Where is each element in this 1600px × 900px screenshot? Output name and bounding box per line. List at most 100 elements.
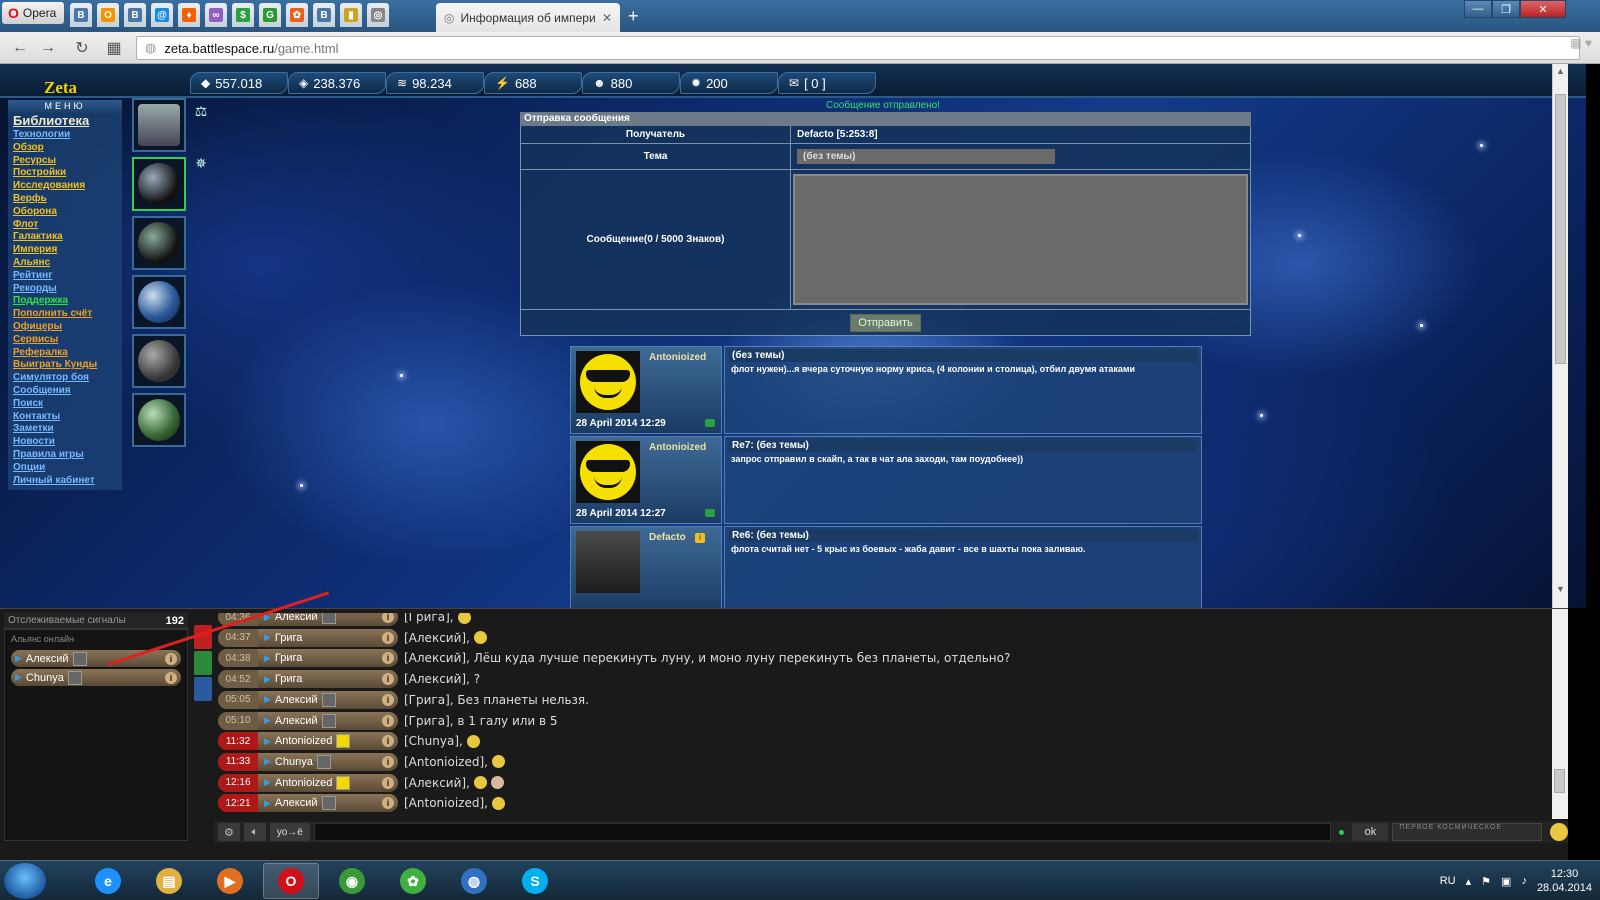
chat-author-pill[interactable]: 12:16 ▶ Antonioized i <box>218 773 398 792</box>
info-icon[interactable]: i <box>382 673 394 686</box>
pinned-tab-3[interactable]: @ <box>151 3 173 27</box>
menu-item-28[interactable]: Личный кабинет <box>8 475 122 488</box>
menu-item-19[interactable]: Выиграть Кунды <box>8 359 122 372</box>
close-window-button[interactable]: ✕ <box>1520 0 1566 18</box>
pinned-tab-4[interactable]: ♦ <box>178 3 200 27</box>
info-icon[interactable]: i <box>382 776 394 789</box>
chat-tab-3[interactable] <box>194 677 212 701</box>
url-input[interactable]: ◍ zeta.battlespace.ru/game.html <box>136 36 1580 60</box>
menu-item-10[interactable]: Империя <box>8 244 122 257</box>
resource-6[interactable]: ✉ [ 0 ] <box>778 72 876 94</box>
subject-input[interactable]: (без темы) <box>797 149 1055 164</box>
resource-3[interactable]: ⚡ 688 <box>484 72 582 94</box>
menu-item-21[interactable]: Сообщения <box>8 385 122 398</box>
menu-item-17[interactable]: Сервисы <box>8 334 122 347</box>
gear-icon[interactable]: ⚙ <box>218 823 240 841</box>
pinned-tab-0[interactable]: В <box>70 3 92 27</box>
opera-menu-button[interactable]: O Opera <box>2 2 64 24</box>
menu-item-13[interactable]: Рекорды <box>8 283 122 296</box>
chat-author-pill[interactable]: 04:38 ▶ Грига i <box>218 649 398 668</box>
menu-item-11[interactable]: Альянс <box>8 257 122 270</box>
pinned-tab-9[interactable]: В <box>313 3 335 27</box>
resource-2[interactable]: ≋ 98.234 <box>386 72 484 94</box>
chat-tab-2[interactable] <box>194 651 212 675</box>
pinned-tab-11[interactable]: ◎ <box>367 3 389 27</box>
menu-item-23[interactable]: Контакты <box>8 411 122 424</box>
menu-item-5[interactable]: Исследования <box>8 180 122 193</box>
smiley-picker-icon[interactable] <box>1550 823 1568 841</box>
ally-member[interactable]: ▶ Алексий i <box>11 650 181 667</box>
info-icon[interactable]: i <box>382 755 394 768</box>
menu-item-24[interactable]: Заметки <box>8 423 122 436</box>
info-icon[interactable]: i <box>165 652 177 665</box>
start-button[interactable] <box>4 863 46 899</box>
close-tab-icon[interactable]: ✕ <box>602 11 612 25</box>
chat-author-pill[interactable]: 04:37 ▶ Грига i <box>218 628 398 647</box>
menu-item-16[interactable]: Офицеры <box>8 321 122 334</box>
taskbar-qip[interactable]: ◍ <box>446 863 502 899</box>
taskbar-opera[interactable]: O <box>263 863 319 899</box>
chat-author-pill[interactable]: 11:32 ▶ Antonioized i <box>218 732 398 751</box>
chat-author-pill[interactable]: 12:21 ▶ Алексий i <box>218 794 398 813</box>
menu-item-6[interactable]: Верфь <box>8 193 122 206</box>
new-tab-button[interactable]: + <box>628 6 639 27</box>
sender-avatar[interactable] <box>576 531 640 593</box>
info-icon[interactable]: i <box>382 652 394 665</box>
message-author[interactable]: Antonioized <box>649 442 706 453</box>
menu-item-12[interactable]: Рейтинг <box>8 270 122 283</box>
taskbar-icq[interactable]: ✿ <box>385 863 441 899</box>
planet-2[interactable] <box>132 216 186 270</box>
resource-5[interactable]: ✹ 200 <box>680 72 778 94</box>
robot-avatar[interactable] <box>132 98 186 152</box>
clock[interactable]: 12:30 28.04.2014 <box>1537 867 1592 895</box>
pinned-tab-8[interactable]: ✿ <box>286 3 308 27</box>
maximize-button[interactable]: ❐ <box>1492 0 1520 18</box>
planet-4[interactable] <box>132 334 186 388</box>
reply-flag-icon[interactable] <box>705 419 715 427</box>
radio-player[interactable]: ПЕРВОЕ КОСМИЧЕСКОЕ <box>1392 823 1543 841</box>
menu-item-0[interactable]: Библиотека <box>8 113 122 129</box>
menu-item-18[interactable]: Рефералка <box>8 347 122 360</box>
resource-1[interactable]: ◈ 238.376 <box>288 72 386 94</box>
send-button[interactable]: Отправить <box>850 313 921 332</box>
info-icon[interactable]: i <box>382 797 394 810</box>
info-icon[interactable]: i <box>382 693 394 706</box>
info-icon[interactable]: i <box>382 735 394 748</box>
resource-0[interactable]: ◆ 557.018 <box>190 72 288 94</box>
language-indicator[interactable]: RU <box>1440 875 1456 887</box>
satellite-icon[interactable]: ✵ <box>190 152 212 174</box>
chat-author-pill[interactable]: 05:10 ▶ Алексий i <box>218 711 398 730</box>
menu-item-8[interactable]: Флот <box>8 219 122 232</box>
speaker-icon[interactable]: 🔈︎ <box>243 823 266 841</box>
sender-avatar[interactable] <box>576 351 640 413</box>
message-author[interactable]: Defacto <box>649 532 686 543</box>
planet-1[interactable] <box>132 157 186 211</box>
pinned-tab-2[interactable]: В <box>124 3 146 27</box>
menu-item-2[interactable]: Обзор <box>8 142 122 155</box>
message-textarea[interactable] <box>793 174 1248 305</box>
pinned-tab-5[interactable]: ∞ <box>205 3 227 27</box>
convert-button[interactable]: уо→ё <box>269 823 310 841</box>
menu-item-15[interactable]: Пополнить счёт <box>8 308 122 321</box>
menu-item-3[interactable]: Ресурсы <box>8 155 122 168</box>
menu-item-14[interactable]: Поддержка <box>8 295 122 308</box>
sender-avatar[interactable] <box>576 441 640 503</box>
planet-3[interactable] <box>132 275 186 329</box>
info-icon[interactable]: i <box>382 613 394 623</box>
message-author[interactable]: Antonioized <box>649 352 706 363</box>
reply-flag-icon[interactable] <box>705 509 715 517</box>
info-icon[interactable]: i <box>382 714 394 727</box>
planet-5[interactable] <box>132 393 186 447</box>
info-icon[interactable]: i <box>165 671 177 684</box>
taskbar-explorer[interactable]: ▤ <box>141 863 197 899</box>
chat-input[interactable] <box>313 823 1332 841</box>
page-scrollbar[interactable]: ▲ ▼ <box>1552 64 1568 608</box>
pinned-tab-6[interactable]: $ <box>232 3 254 27</box>
ok-button[interactable]: ok <box>1352 823 1389 841</box>
taskbar-skype[interactable]: S <box>507 863 563 899</box>
reload-button[interactable]: ↻ <box>72 38 92 58</box>
pinned-tab-1[interactable]: О <box>97 3 119 27</box>
network-icon[interactable]: ▣ <box>1501 875 1511 888</box>
ally-member[interactable]: ▶ Chunya i <box>11 669 181 686</box>
info-icon[interactable]: i <box>695 533 705 543</box>
